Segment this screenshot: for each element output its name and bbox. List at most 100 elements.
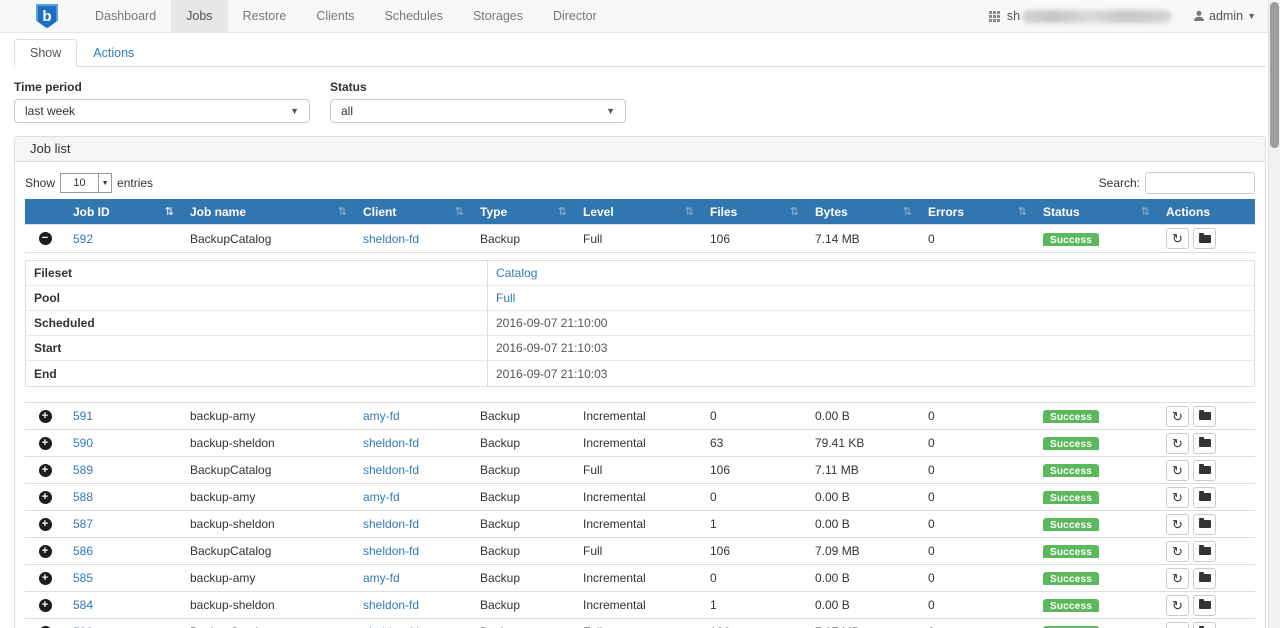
rerun-job-button[interactable]: ↻ xyxy=(1166,622,1189,628)
nav-item-jobs[interactable]: Jobs xyxy=(171,0,227,32)
folder-icon xyxy=(1199,601,1211,609)
nav-item-schedules[interactable]: Schedules xyxy=(370,0,458,32)
nav-item-clients[interactable]: Clients xyxy=(301,0,369,32)
job-id-link[interactable]: 585 xyxy=(73,571,93,585)
sort-desc-icon[interactable]: ⇅ xyxy=(165,205,174,218)
sort-icon[interactable]: ⇅ xyxy=(790,205,799,218)
job-id-link[interactable]: 588 xyxy=(73,490,93,504)
client-link[interactable]: sheldon-fd xyxy=(363,463,419,477)
header-errors[interactable]: Errors⇅ xyxy=(920,199,1035,224)
entries-select[interactable]: 10 ▼ xyxy=(60,173,112,193)
expand-row-icon[interactable]: + xyxy=(39,437,52,450)
status-select[interactable]: all ▼ xyxy=(330,99,626,123)
rerun-job-button[interactable]: ↻ xyxy=(1166,595,1189,616)
level-cell: Incremental xyxy=(575,436,702,450)
list-files-button[interactable] xyxy=(1193,228,1216,249)
rerun-job-button[interactable]: ↻ xyxy=(1166,433,1189,454)
expand-row-icon[interactable]: + xyxy=(39,545,52,558)
sort-icon[interactable]: ⇅ xyxy=(1018,205,1027,218)
detail-row: PoolFull xyxy=(26,286,1254,311)
errors-cell: 0 xyxy=(920,544,1035,558)
list-files-button[interactable] xyxy=(1193,541,1216,562)
client-link[interactable]: amy-fd xyxy=(363,490,400,504)
rerun-job-button[interactable]: ↻ xyxy=(1166,460,1189,481)
sort-icon[interactable]: ⇅ xyxy=(455,205,464,218)
job-name-cell: backup-sheldon xyxy=(182,598,355,612)
rerun-job-button[interactable]: ↻ xyxy=(1166,541,1189,562)
type-cell: Backup xyxy=(472,517,575,531)
header-level[interactable]: Level⇅ xyxy=(575,199,702,224)
expand-row-icon[interactable]: + xyxy=(39,410,52,423)
detail-value-link[interactable]: Catalog xyxy=(496,266,537,280)
list-files-button[interactable] xyxy=(1193,514,1216,535)
rerun-job-button[interactable]: ↻ xyxy=(1166,406,1189,427)
vertical-scrollbar[interactable] xyxy=(1268,0,1280,628)
rerun-job-button[interactable]: ↻ xyxy=(1166,228,1189,249)
client-link[interactable]: sheldon-fd xyxy=(363,517,419,531)
scrollbar-thumb[interactable] xyxy=(1270,2,1279,148)
sort-icon[interactable]: ⇅ xyxy=(903,205,912,218)
header-client[interactable]: Client⇅ xyxy=(355,199,472,224)
header-type[interactable]: Type⇅ xyxy=(472,199,575,224)
list-files-button[interactable] xyxy=(1193,622,1216,628)
sort-icon[interactable]: ⇅ xyxy=(685,205,694,218)
list-files-button[interactable] xyxy=(1193,487,1216,508)
nav-item-dashboard[interactable]: Dashboard xyxy=(80,0,171,32)
list-files-button[interactable] xyxy=(1193,433,1216,454)
client-link[interactable]: sheldon-fd xyxy=(363,598,419,612)
search-input[interactable] xyxy=(1145,172,1255,194)
sort-icon[interactable]: ⇅ xyxy=(1141,205,1150,218)
rerun-job-button[interactable]: ↻ xyxy=(1166,487,1189,508)
tab-show[interactable]: Show xyxy=(14,39,77,67)
job-id-link[interactable]: 589 xyxy=(73,463,93,477)
expand-row-icon[interactable]: + xyxy=(39,518,52,531)
header-files[interactable]: Files⇅ xyxy=(702,199,807,224)
header-job-name[interactable]: Job name⇅ xyxy=(182,199,355,224)
brand-logo[interactable]: b xyxy=(36,0,58,32)
bytes-cell: 7.09 MB xyxy=(807,544,920,558)
folder-icon xyxy=(1199,520,1211,528)
expand-row-icon[interactable]: + xyxy=(39,599,52,612)
list-files-button[interactable] xyxy=(1193,595,1216,616)
nav-item-restore[interactable]: Restore xyxy=(228,0,302,32)
status-badge: Success xyxy=(1043,545,1099,558)
header-status[interactable]: Status⇅ xyxy=(1035,199,1158,224)
user-menu[interactable]: admin ▼ xyxy=(1193,9,1256,23)
entries-control: Show 10 ▼ entries xyxy=(25,173,153,193)
rerun-job-button[interactable]: ↻ xyxy=(1166,514,1189,535)
sort-icon[interactable]: ⇅ xyxy=(558,205,567,218)
client-link[interactable]: amy-fd xyxy=(363,571,400,585)
panel-body: Show 10 ▼ entries Search: Job ID⇅ Job na… xyxy=(15,162,1265,628)
header-job-id[interactable]: Job ID⇅ xyxy=(65,199,182,224)
rerun-icon: ↻ xyxy=(1172,599,1183,612)
nav-item-director[interactable]: Director xyxy=(538,0,612,32)
client-link[interactable]: sheldon-fd xyxy=(363,232,419,246)
tab-actions[interactable]: Actions xyxy=(77,39,150,67)
errors-cell: 0 xyxy=(920,232,1035,246)
list-files-button[interactable] xyxy=(1193,460,1216,481)
job-id-link[interactable]: 592 xyxy=(73,232,93,246)
rerun-job-button[interactable]: ↻ xyxy=(1166,568,1189,589)
job-id-link[interactable]: 590 xyxy=(73,436,93,450)
job-id-link[interactable]: 587 xyxy=(73,517,93,531)
detail-value-link[interactable]: Full xyxy=(496,291,515,305)
list-files-button[interactable] xyxy=(1193,406,1216,427)
job-table-body: −592BackupCatalogsheldon-fdBackupFull106… xyxy=(25,224,1255,628)
header-bytes[interactable]: Bytes⇅ xyxy=(807,199,920,224)
time-period-select[interactable]: last week ▼ xyxy=(14,99,310,123)
client-link[interactable]: amy-fd xyxy=(363,409,400,423)
nav-item-storages[interactable]: Storages xyxy=(458,0,538,32)
job-id-link[interactable]: 586 xyxy=(73,544,93,558)
expand-row-icon[interactable]: + xyxy=(39,572,52,585)
expand-row-icon[interactable]: + xyxy=(39,491,52,504)
client-link[interactable]: sheldon-fd xyxy=(363,544,419,558)
sort-icon[interactable]: ⇅ xyxy=(338,205,347,218)
client-link[interactable]: sheldon-fd xyxy=(363,436,419,450)
errors-cell: 0 xyxy=(920,517,1035,531)
collapse-row-icon[interactable]: − xyxy=(39,232,52,245)
list-files-button[interactable] xyxy=(1193,568,1216,589)
job-id-link[interactable]: 591 xyxy=(73,409,93,423)
job-id-link[interactable]: 584 xyxy=(73,598,93,612)
expand-row-icon[interactable]: + xyxy=(39,464,52,477)
status-badge: Success xyxy=(1043,599,1099,612)
